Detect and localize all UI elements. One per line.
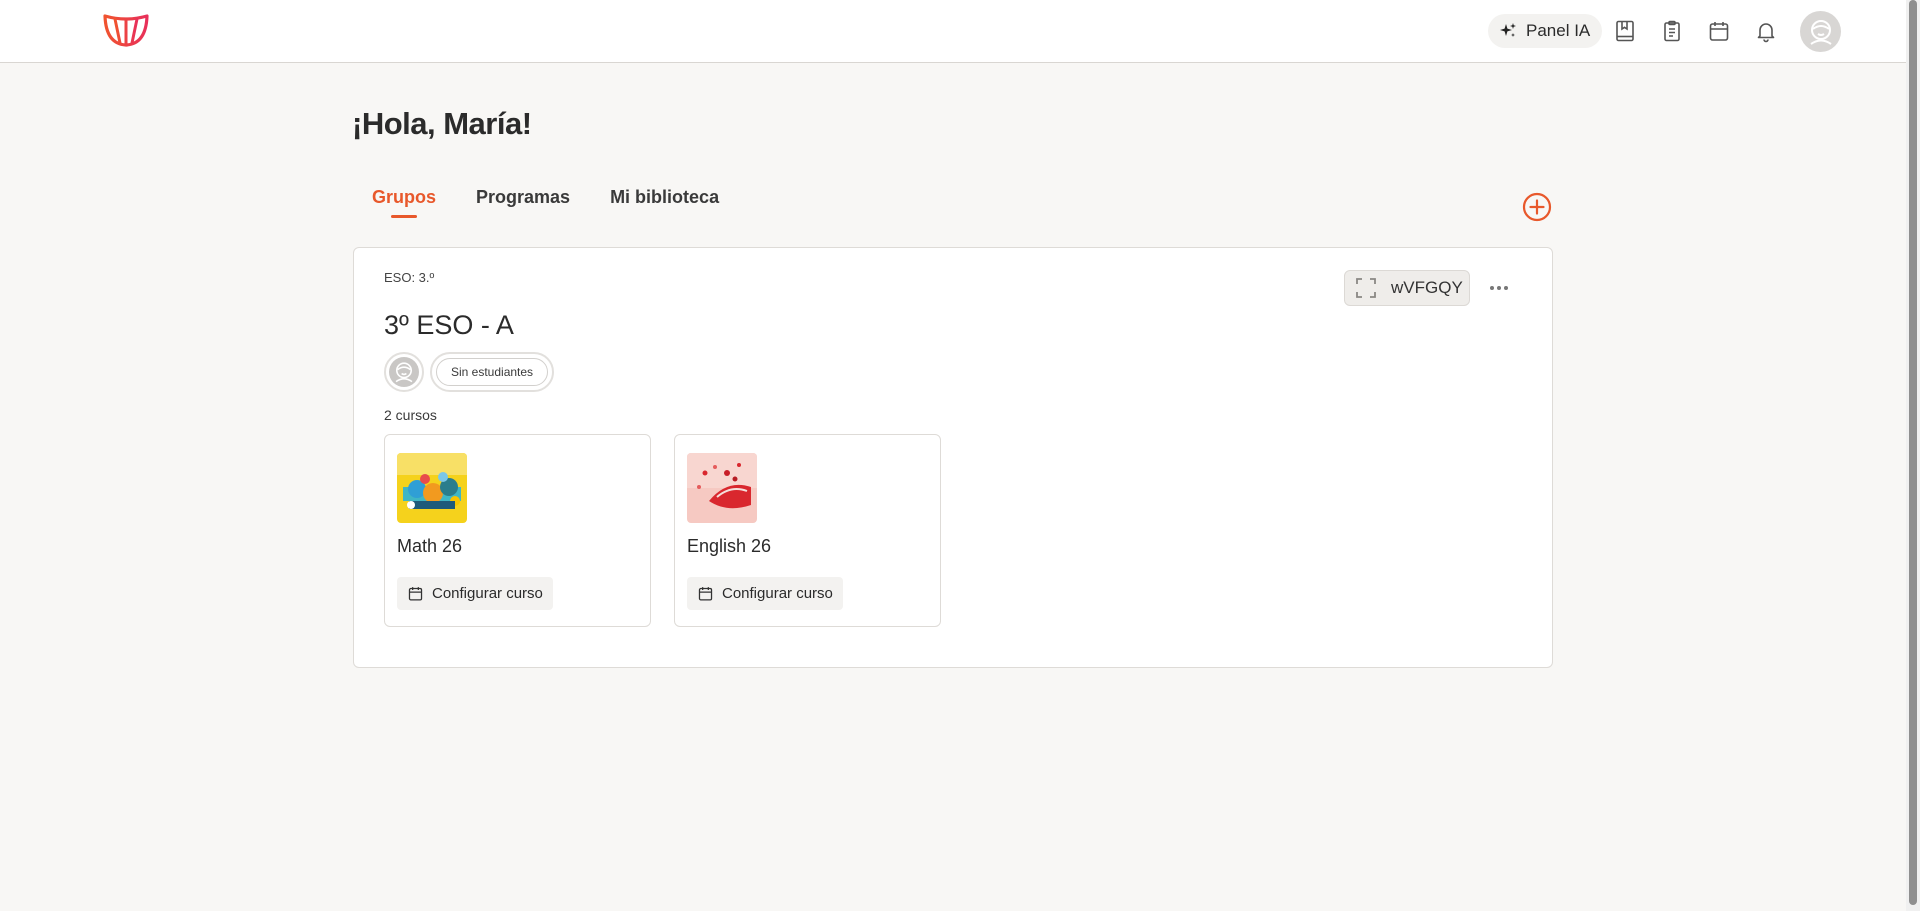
sparkle-icon [1500, 23, 1516, 37]
top-bar: Panel IA [0, 0, 1906, 63]
add-group-button[interactable] [1522, 192, 1552, 222]
group-name: 3º ESO - A [384, 310, 514, 340]
configure-course-label: Configurar curso [432, 585, 543, 602]
group-code: wVFGQY [1391, 278, 1463, 297]
tab-bar: Grupos Programas Mi biblioteca [372, 187, 719, 218]
more-options-button[interactable] [1485, 278, 1513, 298]
page-title: ¡Hola, María! [352, 106, 532, 141]
page-scrollbar[interactable] [1906, 0, 1920, 911]
calendar-icon[interactable] [1706, 18, 1732, 44]
panel-ia-button[interactable]: Panel IA [1488, 14, 1603, 48]
student-avatar [384, 352, 424, 392]
group-card[interactable]: ESO: 3.º 3º ESO - A Sin estudiantes 2 cu… [353, 247, 1553, 668]
students-row: Sin estudiantes [384, 352, 555, 392]
course-title: Math 26 [397, 536, 463, 556]
library-book-icon[interactable] [1612, 18, 1638, 44]
plus-circle-icon [1522, 192, 1552, 222]
course-count: 2 cursos [384, 407, 437, 423]
scrollbar-thumb[interactable] [1909, 0, 1917, 905]
course-thumbnail [397, 453, 467, 523]
course-card[interactable]: Math 26 Configurar curso [384, 434, 651, 627]
tab-mi-biblioteca[interactable]: Mi biblioteca [610, 187, 719, 218]
course-title: English 26 [687, 536, 772, 556]
ellipsis-icon [1490, 286, 1508, 290]
course-card[interactable]: English 26 Configurar curso [674, 434, 941, 627]
configure-course-button[interactable]: Configurar curso [397, 577, 553, 610]
students-badge[interactable]: Sin estudiantes [430, 352, 555, 392]
bell-icon[interactable] [1753, 18, 1779, 44]
panel-ia-label: Panel IA [1526, 21, 1591, 40]
calendar-icon [408, 587, 423, 601]
tab-programas[interactable]: Programas [476, 187, 570, 218]
group-code-button[interactable]: wVFGQY [1344, 270, 1470, 306]
app-logo-icon[interactable] [102, 12, 150, 48]
clipboard-icon[interactable] [1659, 18, 1685, 44]
students-label: Sin estudiantes [436, 358, 549, 386]
user-avatar-icon [395, 362, 413, 383]
configure-course-label: Configurar curso [722, 585, 833, 602]
fullscreen-icon [1356, 278, 1376, 298]
calendar-icon [698, 587, 713, 601]
configure-course-button[interactable]: Configurar curso [687, 577, 843, 610]
group-level: ESO: 3.º [384, 270, 435, 285]
tab-grupos[interactable]: Grupos [372, 187, 436, 218]
course-thumbnail [687, 453, 757, 523]
user-avatar-icon[interactable] [1800, 11, 1841, 52]
